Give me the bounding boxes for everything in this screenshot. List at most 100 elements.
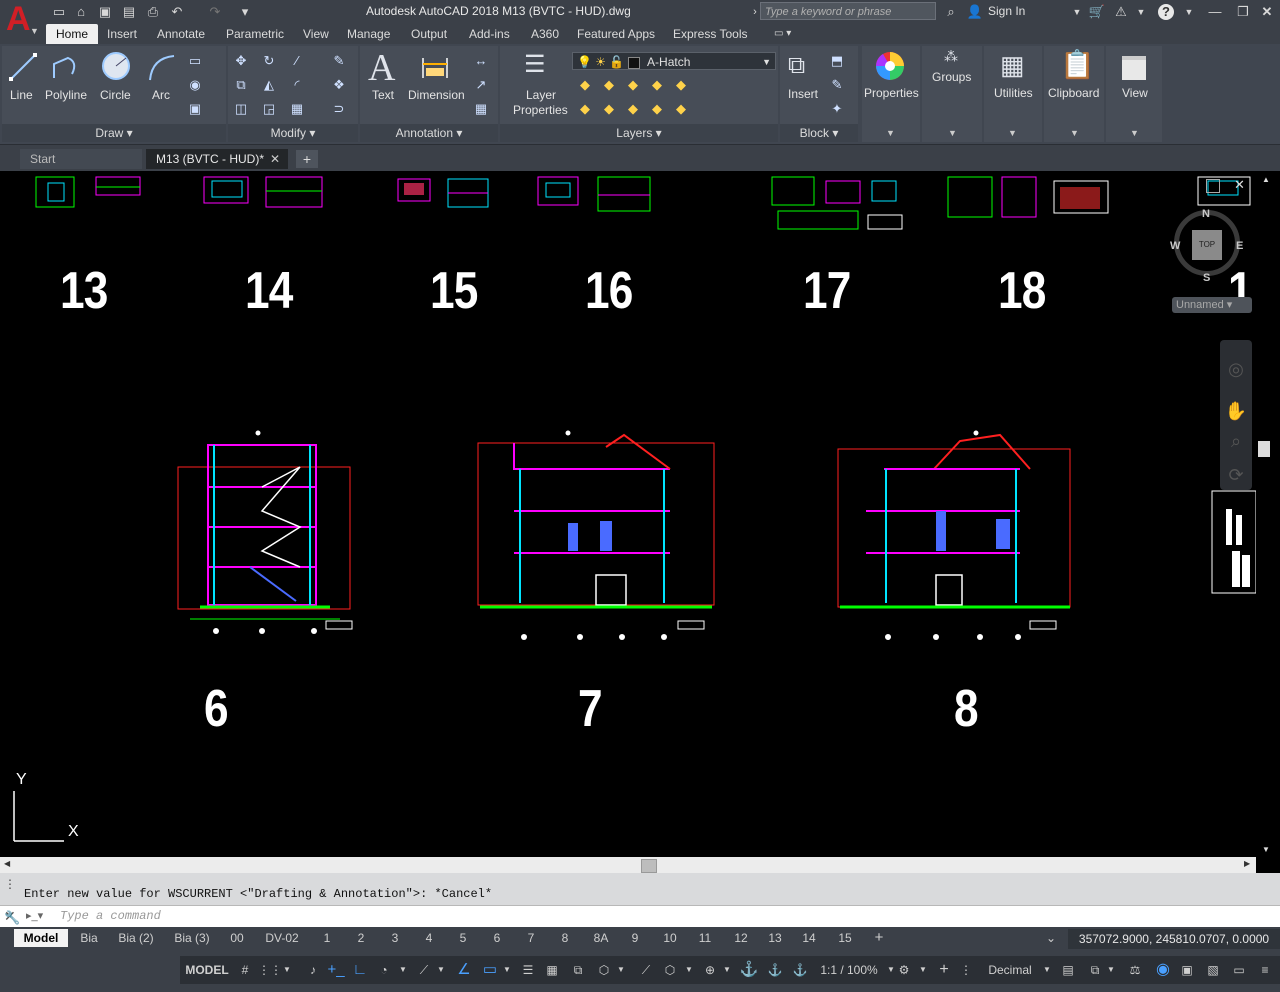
chevron-down-icon[interactable]: ▼ (916, 958, 930, 982)
annotation-visibility-icon[interactable]: ⚓ (738, 958, 760, 982)
dimension-icon[interactable] (420, 54, 450, 82)
user-icon[interactable]: 👤 (966, 3, 984, 21)
lock-ui-icon[interactable]: ⧉ (1084, 958, 1106, 982)
layer-walk-icon[interactable]: ◆ (672, 100, 690, 118)
layout-tab[interactable]: DV-02 (260, 929, 304, 947)
layout-tab[interactable]: Bia (3) (170, 929, 214, 947)
model-space-toggle[interactable]: MODEL (184, 958, 230, 982)
layout-tab[interactable]: 14 (796, 929, 822, 947)
infer-constraints-icon[interactable]: ♪ (304, 958, 322, 982)
layout-tab-model[interactable]: Model (14, 929, 68, 947)
polar-tracking-icon[interactable]: ◔ (374, 958, 394, 982)
rectangle-icon[interactable]: ▭ (186, 52, 204, 70)
selection-filter-icon[interactable]: ⬡ (660, 958, 680, 982)
customize-icon[interactable]: 🔧 (4, 910, 20, 926)
layout-tab[interactable]: 2 (350, 929, 372, 947)
isometric-icon[interactable]: ⟋ (414, 958, 434, 982)
layer-off-icon[interactable]: ◆ (576, 76, 594, 94)
add-layout-button[interactable]: + (868, 929, 890, 947)
arc-button[interactable]: Arc (152, 88, 170, 102)
gizmo-icon[interactable]: ⊕ (700, 958, 720, 982)
vertical-scrollbar[interactable]: ▲ ▼ (1256, 171, 1280, 857)
array-icon[interactable]: ▦ (288, 100, 306, 118)
new-file-icon[interactable]: ▭ (50, 3, 68, 21)
compass-south[interactable]: S (1203, 272, 1210, 284)
layout-tab[interactable]: 6 (486, 929, 508, 947)
drawing-tab[interactable]: M13 (BVTC - HUD)* ✕ (146, 149, 288, 169)
grid-icon[interactable]: # (234, 958, 256, 982)
customization-menu-icon[interactable]: ≡ (1254, 958, 1276, 982)
layer-lock-icon[interactable]: ◆ (648, 76, 666, 94)
chevron-down-icon[interactable]: ▼ (396, 958, 410, 982)
tab-insert[interactable]: Insert (107, 24, 137, 44)
layer-unlock-icon[interactable]: ◆ (648, 100, 666, 118)
search-icon[interactable]: ⌕ (942, 3, 960, 21)
region-icon[interactable]: ▣ (186, 100, 204, 118)
3d-object-snap-icon[interactable]: ⬡ (594, 958, 614, 982)
scroll-left-icon[interactable]: ◀ (4, 859, 10, 868)
cart-icon[interactable]: 🛒 (1088, 3, 1106, 21)
start-tab[interactable]: Start (20, 149, 142, 169)
layer-freeze-icon[interactable]: ◆ (624, 76, 642, 94)
text-icon[interactable]: A (368, 46, 395, 90)
line-button[interactable]: Line (10, 88, 33, 102)
object-snap-icon[interactable]: ▭ (480, 958, 500, 982)
workspace-gear-icon[interactable]: ⚙ (894, 958, 914, 982)
layer-properties-icon[interactable]: ☰ (524, 50, 546, 79)
polyline-icon[interactable] (50, 52, 82, 82)
close-icon[interactable]: ✕ (270, 149, 280, 169)
wcs-menu[interactable]: Unnamed ▾ (1172, 297, 1252, 313)
chevron-down-icon[interactable]: ▼ (720, 958, 734, 982)
chevron-down-icon[interactable]: ▼ (1180, 3, 1198, 21)
tab-output[interactable]: Output (411, 24, 447, 44)
chevron-down-icon[interactable]: ▼ (1068, 3, 1086, 21)
orbit-icon[interactable]: ⟳ (1222, 462, 1250, 488)
save-as-icon[interactable]: ▤ (120, 3, 138, 21)
clean-screen-icon[interactable]: ▣ (1176, 958, 1198, 982)
chevron-down-icon[interactable]: ▼ (1040, 958, 1054, 982)
hatch-icon[interactable]: ◉ (186, 76, 204, 94)
dimension-button[interactable]: Dimension (408, 88, 465, 102)
edit-attributes-icon[interactable]: ✦ (828, 100, 846, 118)
stretch-icon[interactable]: ◫ (232, 100, 250, 118)
layer-thaw-icon[interactable]: ◆ (624, 100, 642, 118)
line-icon[interactable] (8, 52, 38, 82)
chevron-down-icon[interactable]: ▼ (614, 958, 628, 982)
chevron-down-icon[interactable]: ⌄ (1042, 929, 1060, 947)
snap-icon[interactable]: ⋮⋮ (258, 958, 282, 982)
arc-icon[interactable] (146, 52, 178, 82)
layers-panel-title[interactable]: Layers ▾ (500, 124, 778, 142)
units-dropdown[interactable]: Decimal (980, 958, 1040, 982)
tab-featured-apps[interactable]: Featured Apps (577, 24, 655, 44)
restore-viewport-icon[interactable] (1206, 179, 1220, 193)
save-icon[interactable]: ▣ (96, 3, 114, 21)
chevron-down-icon[interactable]: ▼ (682, 958, 696, 982)
minimize-icon[interactable]: — (1206, 3, 1224, 21)
dynamic-ucs-icon[interactable]: ⟋ (636, 958, 656, 982)
compass-east[interactable]: E (1236, 240, 1243, 252)
create-block-icon[interactable]: ⬒ (828, 52, 846, 70)
tab-home[interactable]: Home (46, 24, 98, 44)
layer-properties-label-2[interactable]: Properties (513, 103, 568, 117)
tab-a360[interactable]: A360 (531, 24, 559, 44)
tab-add-ins[interactable]: Add-ins (469, 24, 510, 44)
layer-dropdown[interactable]: 💡 ☀ 🔓 A-Hatch ▼ (572, 52, 776, 70)
command-grip-icon[interactable]: ⋮ (4, 877, 16, 891)
layout-tab[interactable]: 1 (316, 929, 338, 947)
tab-view[interactable]: View (303, 24, 329, 44)
rotate-icon[interactable]: ↻ (260, 52, 278, 70)
layout-tab[interactable]: 9 (624, 929, 646, 947)
copy-icon[interactable]: ⧉ (232, 76, 250, 94)
text-button[interactable]: Text (372, 88, 394, 102)
edit-block-icon[interactable]: ✎ (828, 76, 846, 94)
annotation-panel-title[interactable]: Annotation ▾ (360, 124, 498, 142)
ortho-icon[interactable]: ∟ (350, 958, 370, 982)
layout-tab[interactable]: Bia (2) (114, 929, 158, 947)
hardware-acceleration-icon[interactable]: ◉ (1152, 958, 1174, 982)
annotation-scale-dropdown[interactable]: 1:1 / 100% (812, 958, 886, 982)
horizontal-scrollbar[interactable]: ◀ ▶ (0, 857, 1256, 873)
chevron-down-icon[interactable]: ▼ (500, 958, 514, 982)
tab-manage[interactable]: Manage (347, 24, 390, 44)
command-input[interactable]: Type a command (60, 909, 161, 923)
layer-unisolate-icon[interactable]: ◆ (600, 100, 618, 118)
